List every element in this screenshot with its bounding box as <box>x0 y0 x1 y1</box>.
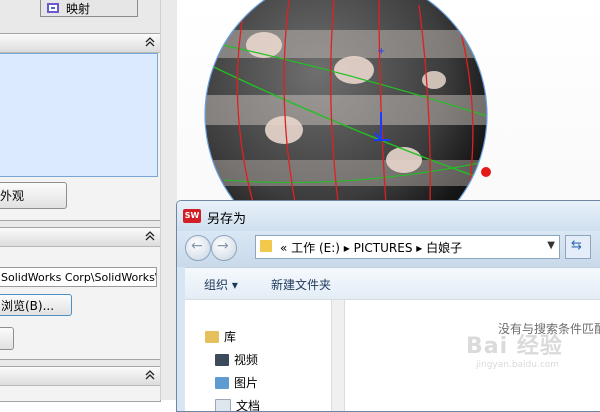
breadcrumb: « 工作 (E:) ▸ PICTURES ▸ 白娘子 <box>280 239 462 256</box>
address-bar[interactable]: « 工作 (E:) ▸ PICTURES ▸ 白娘子 ▼ <box>255 235 560 259</box>
pane-splitter[interactable] <box>331 300 345 412</box>
forward-arrow-icon: → <box>217 238 229 254</box>
browse-button[interactable]: 浏览(B)... <box>0 294 72 316</box>
navigation-pane: 库 视频 图片 文档 <box>185 300 331 412</box>
breadcrumb-item-folder[interactable]: 白娘子 <box>426 241 462 255</box>
solidworks-logo-icon: SW <box>183 209 201 223</box>
new-folder-button[interactable]: 新建文件夹 <box>271 276 331 293</box>
nav-item-label: 库 <box>224 328 236 345</box>
documents-icon <box>215 399 231 412</box>
refresh-icon: ⇆ <box>571 238 582 253</box>
breadcrumb-item-drive[interactable]: 工作 (E:) <box>291 241 340 255</box>
address-dropdown-icon[interactable]: ▼ <box>547 240 555 251</box>
mapping-icon <box>46 2 60 14</box>
panel-scrollbar[interactable] <box>160 0 177 400</box>
nav-item-video[interactable]: 视频 <box>215 351 258 368</box>
refresh-button[interactable]: ⇆ <box>565 235 591 259</box>
nav-item-label: 文档 <box>236 397 260 412</box>
back-arrow-icon: ← <box>191 238 203 254</box>
file-path-group-header[interactable] <box>0 228 160 247</box>
watermark: Bai 经验 jingyan.baidu.com <box>466 328 563 370</box>
property-manager-panel: 映射 外观 SolidWorks Corp\SolidWorks\d 浏览(B)… <box>0 0 177 400</box>
appearance-group-header[interactable] <box>0 34 160 53</box>
collapse-icon[interactable] <box>144 230 156 242</box>
library-icon <box>205 331 219 343</box>
watermark-url: jingyan.baidu.com <box>476 360 563 370</box>
breadcrumb-overflow[interactable]: « <box>280 241 287 255</box>
pictures-icon <box>215 377 229 389</box>
browse-button-label: 浏览(B)... <box>1 297 54 314</box>
svg-text:+: + <box>377 46 385 57</box>
collapse-icon[interactable] <box>144 36 156 48</box>
dialog-toolbar: 组织 ▾ 新建文件夹 <box>185 267 600 300</box>
dialog-title: 另存为 <box>207 208 246 227</box>
appearance-list-box[interactable] <box>0 53 158 177</box>
folder-icon <box>260 240 272 252</box>
organize-menu[interactable]: 组织 ▾ <box>204 276 238 293</box>
appearance-button-label: 外观 <box>0 187 24 204</box>
appearance-button[interactable]: 外观 <box>0 182 67 209</box>
nav-item-library[interactable]: 库 <box>205 328 236 345</box>
breadcrumb-item-pictures[interactable]: PICTURES <box>354 241 413 255</box>
collapse-icon[interactable] <box>144 369 156 381</box>
mapping-tab-label: 映射 <box>66 0 90 17</box>
mapping-tab[interactable]: 映射 <box>40 0 138 17</box>
navigation-row: ← → « 工作 (E:) ▸ PICTURES ▸ 白娘子 ▼ ⇆ <box>177 231 600 267</box>
nav-item-pictures[interactable]: 图片 <box>215 374 258 391</box>
nav-item-documents[interactable]: 文档 <box>215 397 260 412</box>
small-option-button[interactable] <box>0 327 14 350</box>
nav-item-label: 视频 <box>234 351 258 368</box>
dialog-title-bar[interactable]: SW 另存为 <box>177 201 600 231</box>
lower-group <box>0 366 161 402</box>
lower-group-header[interactable] <box>0 367 160 386</box>
save-as-dialog: SW 另存为 ← → « 工作 (E:) ▸ PICTURES ▸ 白娘子 ▼ … <box>176 200 600 412</box>
watermark-brand: Bai 经验 <box>466 328 563 360</box>
file-path-field[interactable]: SolidWorks Corp\SolidWorks\d <box>0 267 157 287</box>
video-icon <box>215 354 229 366</box>
back-button[interactable]: ← <box>185 235 211 261</box>
nav-item-label: 图片 <box>234 374 258 391</box>
forward-button[interactable]: → <box>211 235 237 261</box>
